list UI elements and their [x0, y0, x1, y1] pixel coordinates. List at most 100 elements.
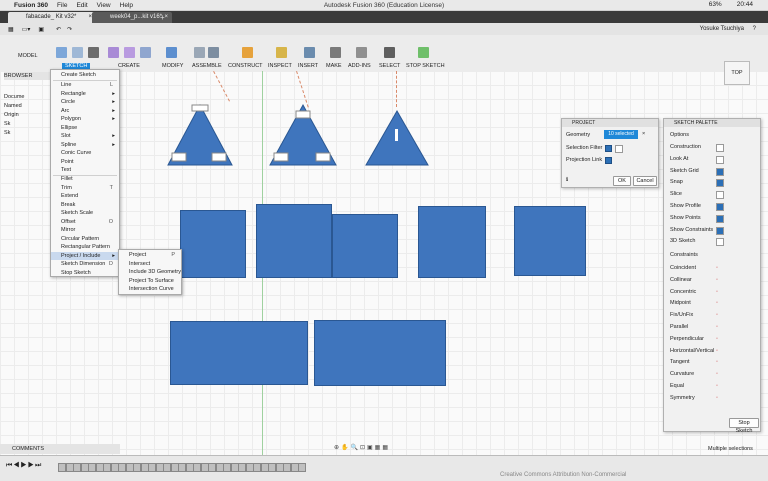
ribbon-group-insert[interactable]: INSERT — [298, 39, 324, 71]
constraint-fix-unfix[interactable]: Fix/UnFix — [670, 312, 693, 318]
cancel-button[interactable]: Cancel — [633, 176, 657, 186]
constraint-icon[interactable]: ◦ — [716, 383, 718, 389]
sketch-part-square-4[interactable] — [418, 206, 486, 278]
menu-item-intersect[interactable]: Intersect — [119, 260, 181, 268]
constraints-section-title[interactable]: Constraints — [670, 252, 698, 258]
sketch-part-square-3[interactable] — [332, 214, 398, 278]
geometry-selection-button[interactable]: 10 selected — [604, 130, 638, 139]
constraint-icon[interactable]: ◦ — [716, 371, 718, 377]
constraint-midpoint[interactable]: Midpoint — [670, 300, 691, 306]
palette-option-sketch-grid[interactable]: Sketch Grid — [670, 167, 756, 177]
workspace-switcher[interactable]: MODEL — [10, 39, 44, 71]
ribbon-group-modify[interactable]: MODIFY — [158, 39, 186, 71]
browser-row-documents[interactable]: Docume — [4, 93, 56, 101]
menu-edit[interactable]: Edit — [76, 2, 87, 9]
ribbon-group-assemble[interactable]: ASSEMBLE — [190, 39, 230, 71]
user-name[interactable]: Yosuke Tsuchiya — [700, 26, 744, 32]
browser-title[interactable]: BROWSER — [4, 72, 56, 80]
palette-option-checkbox[interactable] — [716, 155, 724, 164]
menu-item-project[interactable]: Project P — [119, 251, 181, 259]
filter-body-toggle[interactable] — [605, 145, 612, 152]
menu-file[interactable]: File — [57, 2, 67, 9]
menu-item-line[interactable]: Line L — [51, 81, 119, 89]
menu-item-sketch-dimension[interactable]: Sketch Dimension D — [51, 260, 119, 268]
sketch-part-square-2[interactable] — [256, 204, 332, 278]
palette-option-slice[interactable]: Slice — [670, 190, 756, 200]
constraint-curvature[interactable]: Curvature — [670, 371, 694, 377]
ok-button[interactable]: OK — [613, 176, 631, 186]
constraint-coincident[interactable]: Coincident — [670, 265, 696, 271]
new-tab-icon[interactable]: + — [160, 13, 165, 22]
constraint-icon[interactable]: ◦ — [716, 300, 718, 306]
browser-row-sketch[interactable]: Sk — [4, 129, 56, 137]
constraint-icon[interactable]: ◦ — [716, 336, 718, 342]
redo-icon[interactable]: ↷ — [67, 26, 72, 33]
menu-item-circle[interactable]: Circle ▸ — [51, 98, 119, 106]
stop-sketch-button[interactable]: Stop Sketch — [729, 418, 759, 434]
constraint-equal[interactable]: Equal — [670, 383, 684, 389]
constraint-icon[interactable]: ◦ — [716, 348, 718, 354]
menu-item-offset[interactable]: Offset O — [51, 218, 119, 226]
timeline-feature-icon[interactable] — [298, 463, 306, 472]
palette-option-construction[interactable]: Construction — [670, 143, 756, 153]
timeline-playback-controls[interactable]: ⏮◀▶▶⏭ — [6, 462, 42, 470]
filter-face-toggle[interactable] — [615, 145, 623, 153]
ribbon-group-construct[interactable]: CONSTRUCT — [228, 39, 266, 71]
browser-row-origin[interactable]: Origin — [4, 111, 56, 119]
menu-item-circular-pattern[interactable]: Circular Pattern — [51, 235, 119, 243]
menu-item-text[interactable]: Text — [51, 166, 119, 174]
constraint-icon[interactable]: ◦ — [716, 395, 718, 401]
constraint-concentric[interactable]: Concentric — [670, 289, 696, 295]
ribbon-group-select[interactable]: SELECT — [378, 39, 404, 71]
menu-item-trim[interactable]: Trim T — [51, 184, 119, 192]
palette-option-checkbox[interactable] — [716, 191, 724, 200]
palette-option-checkbox[interactable] — [716, 214, 724, 223]
navigation-toolbar[interactable]: ⊕✋🔍⊡▣▦▦ — [334, 444, 442, 453]
palette-option-snap[interactable]: Snap — [670, 178, 756, 188]
constraint-horizontal-vertical[interactable]: Horizontal/Vertical — [670, 348, 714, 354]
palette-option-checkbox[interactable] — [716, 144, 724, 152]
constraint-icon[interactable]: ◦ — [716, 265, 718, 271]
comments-panel[interactable]: COMMENTS — [0, 444, 120, 454]
menu-item-conic-curve[interactable]: Conic Curve — [51, 149, 119, 157]
constraint-tangent[interactable]: Tangent — [670, 359, 690, 365]
close-icon[interactable]: × — [164, 12, 168, 23]
menu-item-rectangular-pattern[interactable]: Rectangular Pattern — [51, 243, 119, 251]
sketch-part-square-5[interactable] — [514, 206, 586, 276]
constraint-parallel[interactable]: Parallel — [670, 324, 688, 330]
save-icon[interactable]: ▣ — [38, 26, 44, 33]
constraint-perpendicular[interactable]: Perpendicular — [670, 336, 704, 342]
constraint-icon[interactable]: ◦ — [716, 277, 718, 283]
menu-item-intersection-curve[interactable]: Intersection Curve — [119, 285, 181, 293]
menu-item-polygon[interactable]: Polygon ▸ — [51, 115, 119, 123]
ribbon-group-create[interactable]: CREATE — [104, 39, 154, 71]
menu-item-break[interactable]: Break — [51, 201, 119, 209]
browser-row-named[interactable]: Named — [4, 102, 56, 110]
ribbon-group-make[interactable]: MAKE — [326, 39, 346, 71]
menu-item-rectangle[interactable]: Rectangle ▸ — [51, 90, 119, 98]
sketch-part-long-2[interactable] — [314, 320, 446, 386]
palette-option-show-constraints[interactable]: Show Constraints — [670, 226, 756, 236]
tab-document-1[interactable]: fabacade_ Kit v32* × — [8, 12, 96, 23]
menu-item-ellipse[interactable]: Ellipse — [51, 124, 119, 132]
ribbon-group-stop-sketch[interactable]: STOP SKETCH — [406, 39, 445, 71]
browser-row-sketch[interactable]: Sk — [4, 120, 56, 128]
projection-link-checkbox[interactable] — [605, 157, 612, 164]
clear-selection-icon[interactable]: × — [642, 131, 645, 137]
menu-item-spline[interactable]: Spline ▸ — [51, 141, 119, 149]
menu-item-sketch-scale[interactable]: Sketch Scale — [51, 209, 119, 217]
menu-item-arc[interactable]: Arc ▸ — [51, 107, 119, 115]
sketch-part-triangle-3[interactable] — [364, 109, 430, 167]
menu-view[interactable]: View — [97, 2, 111, 9]
viewcube[interactable]: TOP — [724, 61, 750, 85]
palette-option-show-points[interactable]: Show Points — [670, 214, 756, 224]
palette-option-look-at[interactable]: Look At — [670, 155, 756, 165]
grid-menu-icon[interactable]: ▦ — [8, 26, 14, 33]
sketch-part-long-1[interactable] — [170, 321, 308, 385]
sketch-part-triangle-1[interactable] — [166, 103, 234, 167]
options-section-title[interactable]: Options — [670, 132, 689, 138]
ribbon-group-sketch[interactable]: SKETCH — [50, 39, 102, 71]
constraint-collinear[interactable]: Collinear — [670, 277, 692, 283]
menu-item-project-to-surface[interactable]: Project To Surface — [119, 277, 181, 285]
menu-item-stop-sketch[interactable]: Stop Sketch — [51, 269, 119, 277]
